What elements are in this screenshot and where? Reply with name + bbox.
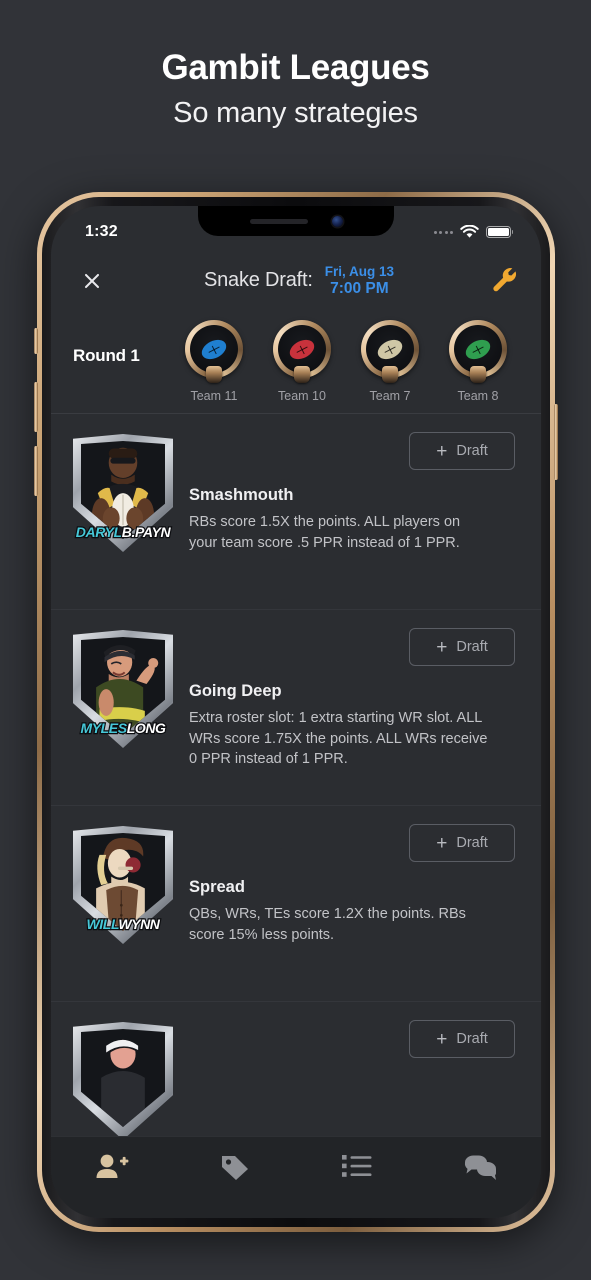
plus-icon: + <box>436 636 448 658</box>
plus-icon: + <box>436 1028 448 1050</box>
draft-button-label: Draft <box>456 835 488 851</box>
draft-button-label: Draft <box>456 1031 488 1047</box>
character-will-icon: WILLWYNN <box>73 826 173 944</box>
tag-icon <box>221 1156 248 1180</box>
battery-full-icon <box>486 226 514 238</box>
list-icon <box>342 1155 372 1177</box>
wrench-icon[interactable] <box>489 266 519 296</box>
tab-tags[interactable] <box>174 1153 297 1181</box>
draft-schedule: Fri, Aug 13 7:00 PM <box>325 264 394 298</box>
list-item[interactable]: + Draft <box>51 1002 541 1136</box>
promo-header: Gambit Leagues So many strategies <box>0 0 591 130</box>
strategy-title: Going Deep <box>189 682 282 700</box>
mute-switch[interactable] <box>34 328 38 354</box>
tab-bar <box>51 1136 541 1218</box>
football-icon <box>198 335 230 363</box>
draft-button-label: Draft <box>456 639 488 655</box>
round-strip: Round 1 Team 11 Team 10 Team 7 Team 8 <box>51 310 541 414</box>
round-label: Round 1 <box>73 345 140 365</box>
character-daryl-icon: DARYLB.PAYN <box>73 434 173 552</box>
promo-title: Gambit Leagues <box>161 48 430 87</box>
plus-icon: + <box>436 832 448 854</box>
character-nameplate: DARYLB.PAYN <box>75 523 172 541</box>
strategy-description: Extra roster slot: 1 extra starting WR s… <box>189 710 488 768</box>
draft-button-label: Draft <box>456 443 488 459</box>
nav-center: Snake Draft: Fri, Aug 13 7:00 PM <box>109 264 489 298</box>
volume-down-button[interactable] <box>34 446 38 496</box>
chat-icon <box>464 1155 496 1180</box>
football-icon <box>462 335 494 363</box>
phone-bezel: 1:32 Snake Draft: Fri, Aug 13 7:00 PM Ro… <box>42 197 550 1227</box>
status-indicators <box>433 225 514 239</box>
draft-button[interactable]: + Draft <box>409 628 515 666</box>
team-avatar-2[interactable]: Team 7 <box>353 320 427 403</box>
strategy-description: RBs score 1.5X the points. ALL players o… <box>189 514 461 551</box>
draft-time: 7:00 PM <box>330 279 389 297</box>
team-name: Team 10 <box>278 389 326 403</box>
draft-button[interactable]: + Draft <box>409 432 515 470</box>
nav-header: Snake Draft: Fri, Aug 13 7:00 PM <box>51 252 541 310</box>
team-avatar-3[interactable]: Team 8 <box>441 320 515 403</box>
team-avatar-1[interactable]: Team 10 <box>265 320 339 403</box>
notch <box>198 206 394 236</box>
avatar <box>361 320 419 383</box>
tab-add-person[interactable] <box>51 1153 174 1181</box>
wifi-icon <box>460 225 479 238</box>
draft-date: Fri, Aug 13 <box>324 263 395 279</box>
list-item[interactable]: DARYLB.PAYN Smashmouth RBs score 1.5X th… <box>51 414 541 610</box>
strategy-list[interactable]: DARYLB.PAYN Smashmouth RBs score 1.5X th… <box>51 414 541 1136</box>
page-title: Snake Draft: <box>203 269 313 292</box>
avatar-badge <box>382 366 398 383</box>
phone-screen: 1:32 Snake Draft: Fri, Aug 13 7:00 PM Ro… <box>51 206 541 1218</box>
list-item[interactable]: MYLESLONG Going Deep Extra roster slot: … <box>51 610 541 806</box>
team-name: Team 7 <box>369 389 411 403</box>
team-avatars: Team 11 Team 10 Team 7 Team 8 <box>177 320 515 403</box>
add-person-icon <box>96 1154 129 1178</box>
volume-up-button[interactable] <box>34 382 38 432</box>
tab-list[interactable] <box>296 1153 419 1179</box>
football-icon <box>286 335 318 363</box>
draft-button[interactable]: + Draft <box>409 824 515 862</box>
avatar <box>185 320 243 383</box>
strategy-title: Smashmouth <box>189 486 294 504</box>
avatar <box>273 320 331 383</box>
avatar-badge <box>294 366 310 383</box>
strategy-title: Spread <box>189 878 245 896</box>
power-button[interactable] <box>554 404 558 480</box>
team-name: Team 8 <box>457 389 499 403</box>
strategy-description: QBs, WRs, TEs score 1.2X the points. RBs… <box>189 906 466 943</box>
avatar <box>449 320 507 383</box>
status-time: 1:32 <box>85 223 118 240</box>
football-icon <box>374 335 406 363</box>
phone-frame: 1:32 Snake Draft: Fri, Aug 13 7:00 PM Ro… <box>34 192 558 1232</box>
front-camera-icon <box>331 215 343 227</box>
avatar-badge <box>206 366 222 383</box>
earpiece-speaker <box>249 218 308 224</box>
plus-icon: + <box>436 440 448 462</box>
promo-subtitle: So many strategies <box>173 97 418 130</box>
signal-dots-icon <box>433 230 453 234</box>
list-item[interactable]: WILLWYNN Spread QBs, WRs, TEs score 1.2X… <box>51 806 541 1002</box>
close-icon[interactable] <box>75 264 109 298</box>
tab-chat[interactable] <box>419 1153 542 1180</box>
draft-button[interactable]: + Draft <box>409 1020 515 1058</box>
character-partial-icon <box>73 1022 173 1136</box>
team-name: Team 11 <box>190 389 238 403</box>
avatar-badge <box>470 366 486 383</box>
character-nameplate: WILLWYNN <box>85 915 161 933</box>
team-avatar-0[interactable]: Team 11 <box>177 320 251 403</box>
character-myles-icon: MYLESLONG <box>73 630 173 748</box>
character-nameplate: MYLESLONG <box>79 719 167 737</box>
